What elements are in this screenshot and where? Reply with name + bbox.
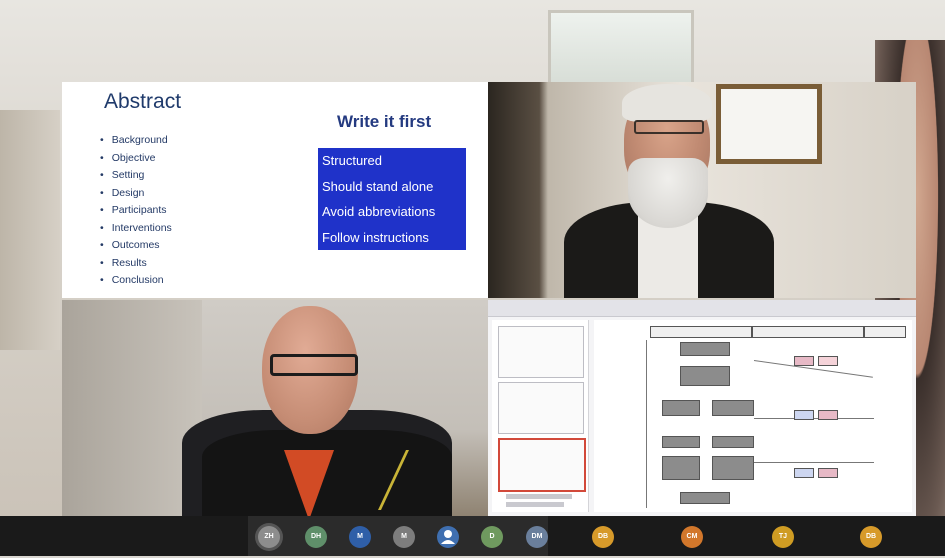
participant-avatar[interactable]: M [393,526,415,548]
diagram-box [680,342,730,356]
participant-avatar[interactable]: TJ [772,526,794,548]
participant-avatar[interactable]: M [349,526,371,548]
diagram-box [712,436,754,448]
diagram-cell [794,410,814,420]
diagram-cell [818,410,838,420]
slide-thumbnail-selected[interactable] [498,438,586,492]
slide-bullet: Design [100,185,172,203]
participant-video-tile[interactable] [488,82,916,298]
slide-highlight-box: Structured Should stand alone Avoid abbr… [318,148,466,250]
slide-bullet: Outcomes [100,237,172,255]
diagram-connector [754,418,874,419]
diagram-box [680,492,730,504]
participant-avatar[interactable]: ZH [258,526,280,548]
diagram-box [680,366,730,386]
slide-bullet: Conclusion [100,272,172,290]
participant-hair [622,84,712,122]
slide-subheading: Write it first [337,112,432,131]
participant-glasses [270,354,358,376]
background-shelf [0,110,60,350]
diagram-cell [818,356,838,366]
shared-screen-tile[interactable] [488,300,916,516]
participant-avatar[interactable]: CM [681,526,703,548]
shared-slide-tile[interactable]: Abstract Background Objective Setting De… [62,82,488,298]
wall-picture-frame [716,84,822,164]
diagram-cell [818,468,838,478]
editor-toolbar [488,300,916,317]
participant-video-tile[interactable] [62,300,488,516]
highlight-item: Follow instructions [322,229,429,245]
diagram-box [662,456,700,480]
participant-avatar[interactable]: DB [592,526,614,548]
participant-avatar[interactable] [437,526,459,548]
participant-avatar[interactable]: D [481,526,503,548]
background-window [548,10,694,88]
highlight-item: Structured [322,153,382,168]
participant-avatar[interactable]: DM [526,526,548,548]
participant-glasses [634,120,704,134]
slide-bullet: Participants [100,202,172,220]
participant-avatar[interactable]: DB [860,526,882,548]
slide-bullet-list: Background Objective Setting Design Part… [100,132,172,290]
diagram-column-header [752,326,864,338]
background-wall [62,300,202,516]
diagram-box [712,456,754,480]
diagram-box [662,436,700,448]
diagram-cell [794,468,814,478]
slide-bullet: Results [100,255,172,273]
slide-bullet: Background [100,132,172,150]
slide-bullet: Setting [100,167,172,185]
diagram-divider [646,340,647,508]
diagram-cell [794,356,814,366]
slide-bullet: Objective [100,150,172,168]
highlight-item: Avoid abbreviations [322,204,436,219]
thumbnail-caption [506,494,572,499]
diagram-column-header [650,326,752,338]
diagram-box [712,400,754,416]
slide-thumbnail-panel[interactable] [492,320,589,512]
slide-bullet: Interventions [100,220,172,238]
participant-avatar[interactable]: DH [305,526,327,548]
slide-title: Abstract [104,90,182,113]
slide-thumbnail[interactable] [498,326,584,378]
diagram-box [662,400,700,416]
participant-icon [441,530,455,544]
diagram-connector [754,462,874,463]
highlight-item: Should stand alone [322,178,434,194]
flow-diagram-slide [594,320,912,512]
slide-thumbnail[interactable] [498,382,584,434]
participant-strip: ZH DH M M D DM DB CM TJ DB [0,516,945,556]
participant-beard [628,158,708,228]
thumbnail-caption [506,502,564,507]
diagram-column-header [864,326,906,338]
